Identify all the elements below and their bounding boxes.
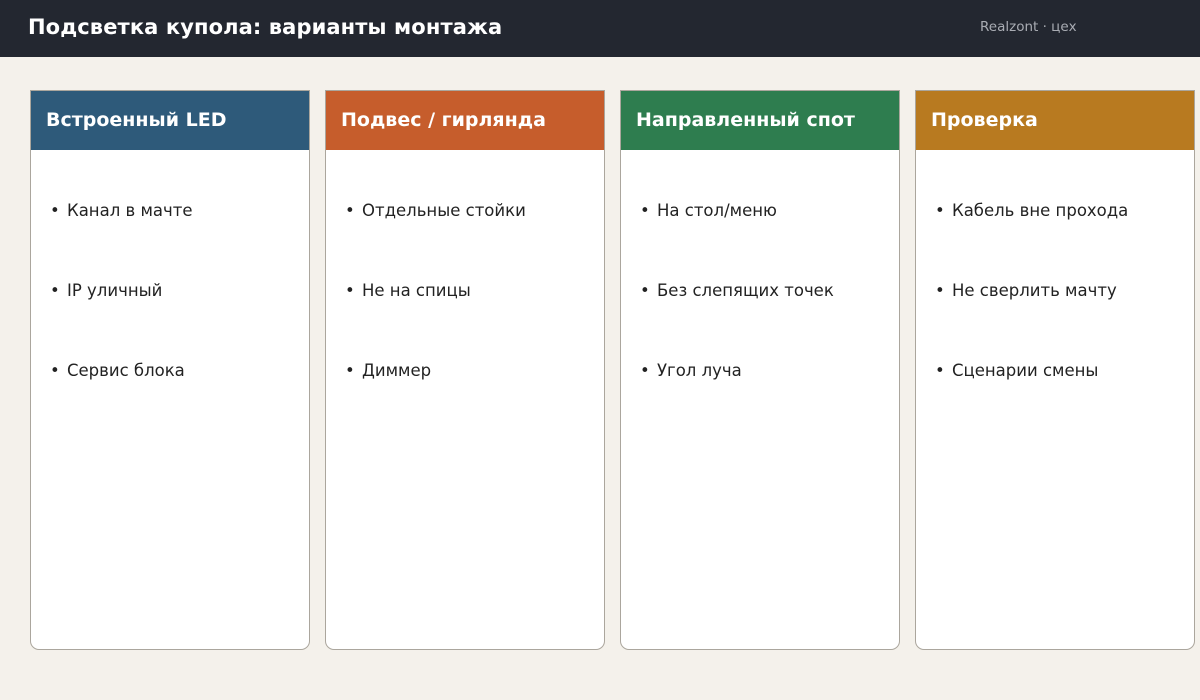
card-list: • На стол/меню • Без слепящих точек • Уг… — [640, 201, 834, 441]
card-header: Подвес / гирлянда — [326, 91, 604, 150]
brand-label: Realzont · цех — [980, 19, 1077, 35]
list-item: • Сервис блока — [50, 361, 185, 380]
card-title: Встроенный LED — [46, 109, 227, 131]
list-item: • Сценарии смены — [935, 361, 1099, 380]
page-title: Подсветка купола: варианты монтажа — [28, 15, 503, 39]
card-spotlight: Направленный спот • На стол/меню • Без с… — [620, 90, 900, 650]
list-item: • Без слепящих точек — [640, 281, 834, 300]
card-builtin-led: Встроенный LED • Канал в мачте • IP улич… — [30, 90, 310, 650]
list-item: • Диммер — [345, 361, 432, 380]
list-item: • На стол/меню — [640, 201, 777, 220]
card-list: • Отдельные стойки • Не на спицы • Димме… — [345, 201, 526, 441]
card-title: Проверка — [931, 109, 1038, 131]
card-header: Направленный спот — [621, 91, 899, 150]
list-item: • IP уличный — [50, 281, 163, 300]
list-item: • Не на спицы — [345, 281, 471, 300]
card-title: Направленный спот — [636, 109, 855, 131]
list-item: • Отдельные стойки — [345, 201, 526, 220]
list-item: • Угол луча — [640, 361, 742, 380]
list-item: • Кабель вне прохода — [935, 201, 1129, 220]
list-item: • Канал в мачте — [50, 201, 193, 220]
card-header: Проверка — [916, 91, 1194, 150]
card-list: • Кабель вне прохода • Не сверлить мачту… — [935, 201, 1128, 441]
card-checklist: Проверка • Кабель вне прохода • Не сверл… — [915, 90, 1195, 650]
card-garland: Подвес / гирлянда • Отдельные стойки • Н… — [325, 90, 605, 650]
top-bar: Подсветка купола: варианты монтажа Realz… — [0, 0, 1200, 57]
list-item: • Не сверлить мачту — [935, 281, 1117, 300]
card-list: • Канал в мачте • IP уличный • Сервис бл… — [50, 201, 193, 441]
card-header: Встроенный LED — [31, 91, 309, 150]
card-title: Подвес / гирлянда — [341, 109, 546, 131]
